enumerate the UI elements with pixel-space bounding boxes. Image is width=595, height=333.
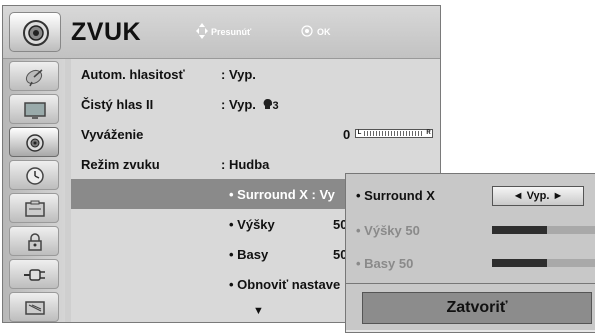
usb-media-icon: [25, 301, 45, 315]
surround-label: • Surround X : Vy: [229, 187, 335, 202]
satellite-dish-icon: [25, 69, 43, 87]
menu-header: ZVUK Presunúť OK: [3, 6, 440, 59]
popup-surround-row[interactable]: • Surround X ◄ Vyp. ►: [346, 180, 595, 210]
surround-popup: • Surround X ◄ Vyp. ► • Výšky 50 • Basy …: [345, 173, 595, 333]
balance-slider[interactable]: L R: [355, 129, 433, 138]
balance-slider-ticks: [364, 131, 424, 136]
balance-right-label: R: [425, 130, 432, 137]
menu-item-balance[interactable]: Vyváženie 0 L R: [71, 119, 440, 149]
input-plug-icon: [24, 269, 45, 281]
auto-volume-label: Autom. hlasitosť: [81, 67, 185, 82]
popup-divider: [346, 283, 595, 284]
scroll-down-arrow-icon[interactable]: ▼: [253, 305, 264, 317]
balance-label: Vyváženie: [81, 127, 144, 142]
menu-item-clear-voice[interactable]: Čistý hlas II : Vyp. 3: [71, 89, 440, 119]
sidebar-item-sound[interactable]: [9, 127, 59, 157]
ok-hint-label: OK: [317, 27, 331, 37]
clear-voice-label: Čistý hlas II: [81, 97, 154, 112]
move-hint: Presunúť: [196, 23, 252, 39]
popup-treble-bar-fill: [492, 226, 547, 234]
sidebar-item-options[interactable]: [9, 193, 59, 223]
clear-voice-value: : Vyp.: [221, 97, 256, 112]
sound-mode-value: : Hudba: [221, 157, 270, 172]
menu-item-auto-volume[interactable]: Autom. hlasitosť : Vyp.: [71, 59, 440, 89]
auto-volume-value: : Vyp.: [221, 67, 256, 82]
voice-head-icon: [263, 98, 272, 109]
sidebar-item-input[interactable]: [9, 259, 59, 289]
ok-hint: OK: [301, 25, 331, 37]
lock-icon: [28, 233, 42, 251]
popup-surround-label: • Surround X: [356, 188, 435, 203]
speaker-icon: [26, 134, 44, 152]
page-title: ZVUK: [71, 18, 142, 46]
close-button[interactable]: Zatvoriť: [362, 292, 592, 324]
reset-label: • Obnoviť nastave: [229, 277, 341, 292]
options-icon: [25, 200, 45, 217]
category-sidebar: [3, 59, 65, 322]
popup-treble-row: • Výšky 50: [346, 215, 595, 245]
sidebar-item-usb[interactable]: [9, 292, 59, 322]
popup-bass-row: • Basy 50: [346, 248, 595, 278]
move-hint-label: Presunúť: [211, 27, 252, 37]
sidebar-item-lock[interactable]: [9, 226, 59, 256]
popup-bass-bar-fill: [492, 259, 547, 267]
sidebar-item-channels[interactable]: [9, 61, 59, 91]
sidebar-item-time[interactable]: [9, 160, 59, 190]
popup-bass-label: • Basy 50: [356, 256, 414, 271]
move-arrows-icon: [196, 23, 208, 39]
popup-bass-bar: [492, 259, 595, 267]
sidebar-item-picture[interactable]: [9, 94, 59, 124]
popup-treble-label: • Výšky 50: [356, 223, 420, 238]
tv-screen-icon: [24, 102, 46, 119]
bass-label: • Basy: [229, 247, 269, 262]
clear-voice-value-group: : Vyp. 3: [221, 97, 279, 112]
balance-left-label: L: [356, 130, 363, 137]
clock-icon: [26, 167, 44, 185]
clear-voice-level: 3: [272, 100, 279, 112]
treble-label: • Výšky: [229, 217, 275, 232]
popup-treble-bar: [492, 226, 595, 234]
ok-button-icon: [301, 25, 313, 37]
surround-value-selector[interactable]: ◄ Vyp. ►: [492, 186, 584, 206]
speaker-icon: [9, 12, 61, 52]
balance-value: 0: [343, 127, 351, 142]
sound-mode-label: Režim zvuku: [81, 157, 160, 172]
